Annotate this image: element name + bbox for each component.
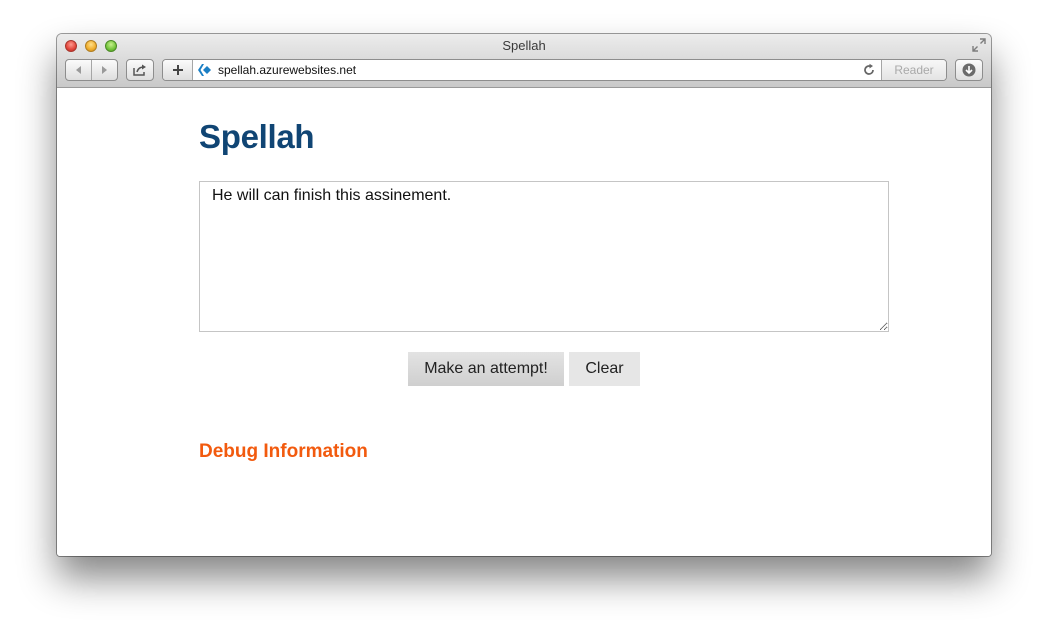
forward-button[interactable] [92, 60, 117, 80]
address-bar: spellah.azurewebsites.net Reader [162, 59, 947, 81]
add-bookmark-button[interactable] [163, 60, 193, 80]
share-icon [133, 64, 146, 76]
desktop-stage: Spellah spellah.azurewebsites.net Reader… [0, 0, 1048, 636]
reader-button[interactable]: Reader [881, 60, 946, 80]
chevron-left-icon [75, 66, 81, 74]
url-field[interactable]: spellah.azurewebsites.net [218, 63, 356, 77]
chevron-right-icon [102, 66, 108, 74]
debug-information-heading: Debug Information [199, 441, 368, 462]
plus-icon [172, 65, 183, 75]
browser-window: Spellah spellah.azurewebsites.net Reader… [57, 34, 991, 556]
reload-icon[interactable] [862, 63, 876, 77]
share-button[interactable] [126, 59, 154, 81]
azure-diamond-icon [198, 64, 211, 76]
back-button[interactable] [66, 60, 91, 80]
make-attempt-button[interactable]: Make an attempt! [408, 352, 564, 386]
page-content: Spellah Make an attempt! Clear Debug Inf… [57, 88, 991, 556]
downloads-button[interactable] [955, 59, 983, 81]
fullscreen-icon[interactable] [972, 38, 986, 52]
spell-check-input[interactable] [199, 181, 889, 332]
download-icon [962, 63, 976, 77]
clear-button[interactable]: Clear [569, 352, 640, 386]
title-bar[interactable]: Spellah spellah.azurewebsites.net Reader [57, 34, 991, 88]
window-title: Spellah [502, 38, 546, 53]
back-forward-group [65, 59, 118, 81]
page-title: Spellah [199, 118, 315, 155]
